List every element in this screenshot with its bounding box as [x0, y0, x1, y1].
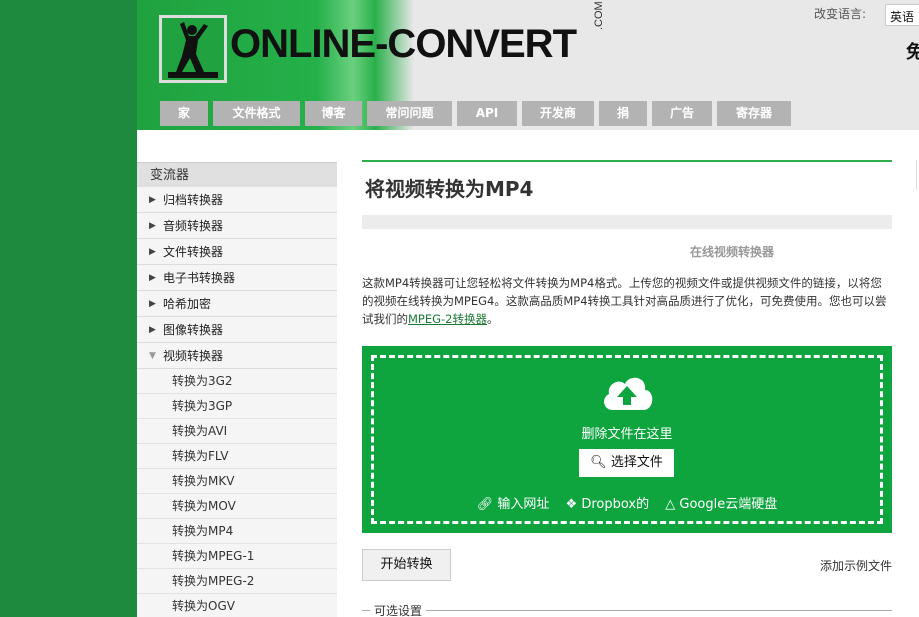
- action-row: 开始转换 添加示例文件: [362, 549, 892, 581]
- logo-dotcom: .COM: [593, 1, 605, 30]
- nav-file-formats[interactable]: 文件格式: [213, 101, 300, 126]
- description-end: 。: [487, 312, 499, 326]
- mpeg2-converter-link[interactable]: MPEG-2转换器: [408, 312, 487, 326]
- dropbox-link[interactable]: ❖ Dropbox的: [566, 497, 650, 512]
- google-drive-label: Google云端硬盘: [679, 497, 778, 512]
- sidebar-heading: 变流器: [137, 162, 337, 187]
- logo-image[interactable]: [159, 15, 227, 83]
- upload-dropzone[interactable]: 删除文件在这里 🔍︎ 选择文件 🔗︎ 输入网址 ❖ Dropbox的 △ Goo…: [362, 346, 892, 533]
- page-left-background: [0, 0, 137, 617]
- language-label: 改变语言:: [814, 7, 867, 21]
- options-legend[interactable]: 可选设置: [370, 602, 427, 617]
- nav-home[interactable]: 家: [160, 101, 208, 126]
- main-content: 将视频转换为MP4 在线视频转换器 这款MP4转换器可让您轻松将文件转换为MP4…: [362, 160, 892, 581]
- google-drive-link[interactable]: △ Google云端硬盘: [665, 497, 777, 512]
- sidebar-subitem-mpeg1[interactable]: 转换为MPEG-1: [137, 544, 337, 569]
- person-jumping-icon: [168, 22, 218, 78]
- nav-faq[interactable]: 常问问题: [367, 101, 452, 126]
- sidebar-subitem-mp4[interactable]: 转换为MP4: [137, 519, 337, 544]
- sidebar-item-video[interactable]: ▼ 视频转换器: [137, 343, 337, 369]
- sidebar-item-audio[interactable]: ▶ 音频转换器: [137, 213, 337, 239]
- caret-right-icon: ▶: [149, 272, 156, 283]
- sidebar-subitem-mpeg2[interactable]: 转换为MPEG-2: [137, 569, 337, 594]
- start-conversion-button[interactable]: 开始转换: [362, 549, 451, 581]
- sidebar-item-label: 视频转换器: [163, 348, 224, 363]
- google-drive-icon: △: [665, 497, 676, 512]
- enter-url-label: 输入网址: [497, 497, 550, 512]
- sidebar-item-hash[interactable]: ▶ 哈希加密: [137, 291, 337, 317]
- sidebar: 变流器 ▶ 归档转换器 ▶ 音频转换器 ▶ 文件转换器 ▶ 电子书转换器 ▶ 哈希加密 ▶…: [137, 162, 337, 617]
- sidebar-item-label: 音频转换器: [163, 218, 224, 233]
- sidebar-item-image[interactable]: ▶ 图像转换器: [137, 317, 337, 343]
- nav-register[interactable]: 寄存器: [717, 101, 791, 126]
- add-sample-file-link[interactable]: 添加示例文件: [820, 557, 892, 574]
- sidebar-subitem-3g2[interactable]: 转换为3G2: [137, 369, 337, 394]
- upload-sources: 🔗︎ 输入网址 ❖ Dropbox的 △ Google云端硬盘: [374, 493, 880, 512]
- sidebar-item-ebook[interactable]: ▶ 电子书转换器: [137, 265, 337, 291]
- dropzone-border: 删除文件在这里 🔍︎ 选择文件 🔗︎ 输入网址 ❖ Dropbox的 △ Goo…: [371, 355, 883, 524]
- nav-blog[interactable]: 博客: [305, 101, 362, 126]
- choose-file-button[interactable]: 🔍︎ 选择文件: [579, 449, 674, 477]
- sidebar-subitem-3gp[interactable]: 转换为3GP: [137, 394, 337, 419]
- page-subtitle: 在线视频转换器: [689, 245, 774, 259]
- sidebar-item-label: 文件转换器: [163, 244, 224, 259]
- sidebar-subitem-avi[interactable]: 转换为AVI: [137, 419, 337, 444]
- page-title: 将视频转换为MP4: [365, 177, 534, 201]
- header-corner-text: 免: [906, 42, 919, 63]
- right-divider: [916, 160, 917, 190]
- options-fieldset: [362, 610, 892, 617]
- sidebar-subitem-mkv[interactable]: 转换为MKV: [137, 469, 337, 494]
- choose-file-label: 选择文件: [610, 455, 663, 470]
- nav-advertise[interactable]: 广告: [652, 101, 712, 126]
- nav-donate[interactable]: 捐: [599, 101, 647, 126]
- enter-url-link[interactable]: 🔗︎ 输入网址: [477, 497, 550, 512]
- sidebar-subitem-ogv[interactable]: 转换为OGV: [137, 594, 337, 617]
- sidebar-subitem-flv[interactable]: 转换为FLV: [137, 444, 337, 469]
- sidebar-item-label: 归档转换器: [163, 192, 224, 207]
- cloud-upload-icon: [604, 377, 653, 410]
- caret-right-icon: ▶: [149, 298, 156, 309]
- nav-developers[interactable]: 开发商: [522, 101, 594, 126]
- link-icon: 🔗︎: [476, 497, 494, 512]
- sidebar-item-archive[interactable]: ▶ 归档转换器: [137, 187, 337, 213]
- sidebar-subitem-mov[interactable]: 转换为MOV: [137, 494, 337, 519]
- description: 这款MP4转换器可让您轻松将文件转换为MP4格式。上传您的视频文件或提供视频文件…: [362, 274, 892, 328]
- caret-right-icon: ▶: [149, 246, 156, 257]
- sidebar-item-label: 图像转换器: [163, 322, 224, 337]
- divider-strip: [362, 215, 892, 229]
- sidebar-item-label: 哈希加密: [163, 296, 212, 311]
- caret-right-icon: ▶: [149, 220, 156, 231]
- nav-api[interactable]: API: [457, 101, 517, 126]
- caret-right-icon: ▶: [149, 324, 156, 335]
- dropbox-label: Dropbox的: [581, 497, 650, 512]
- language-select[interactable]: 英语: [885, 4, 919, 26]
- caret-down-icon: ▼: [149, 350, 156, 361]
- search-icon: 🔍︎: [590, 455, 607, 470]
- sidebar-item-label: 电子书转换器: [163, 270, 236, 285]
- sidebar-item-document[interactable]: ▶ 文件转换器: [137, 239, 337, 265]
- logo-text[interactable]: ONLINE-CONVERT: [230, 22, 577, 67]
- drop-files-text: 删除文件在这里: [581, 427, 673, 442]
- title-bar: 将视频转换为MP4: [362, 160, 892, 215]
- dropbox-icon: ❖: [565, 497, 578, 512]
- caret-right-icon: ▶: [149, 194, 156, 205]
